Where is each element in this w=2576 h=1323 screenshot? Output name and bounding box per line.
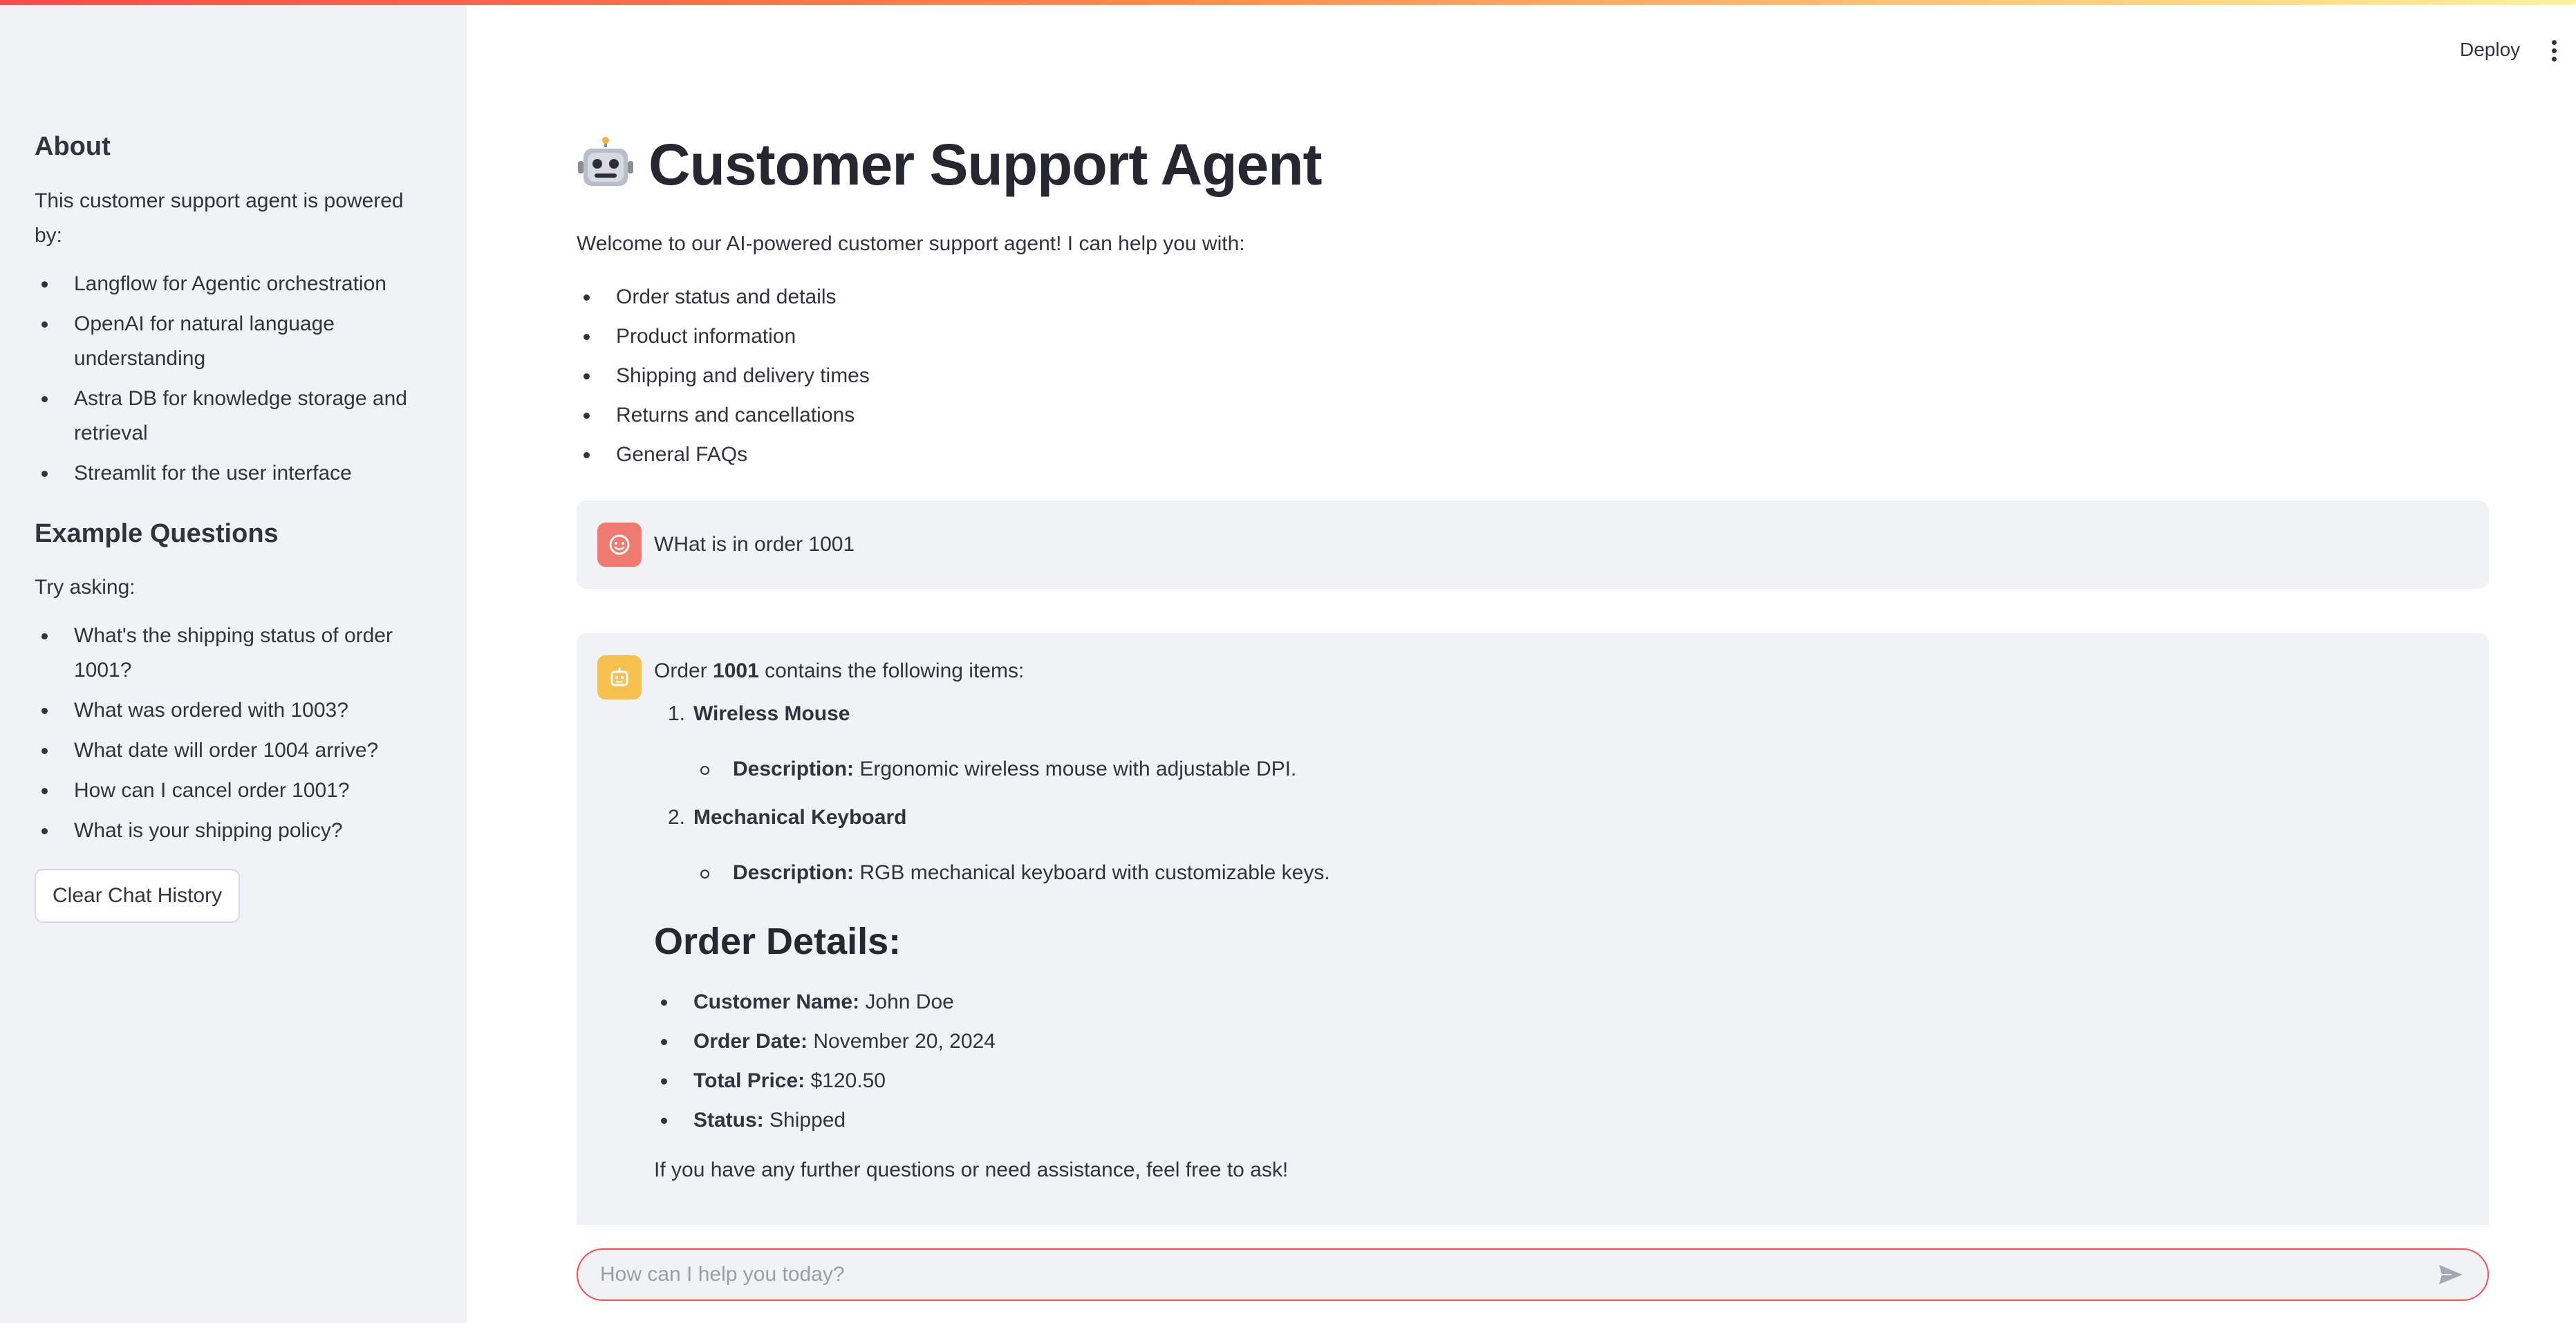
- intro-text: Welcome to our AI-powered customer suppo…: [577, 232, 1245, 255]
- user-avatar: [597, 523, 642, 567]
- list-item: Status: Shipped: [654, 1103, 2452, 1138]
- order-details-list: Customer Name: John Doe Order Date: Nove…: [654, 985, 2452, 1138]
- list-item: Total Price: $120.50: [654, 1064, 2452, 1098]
- list-item: Astra DB for knowledge storage and retri…: [35, 382, 432, 451]
- list-item: How can I cancel order 1001?: [35, 773, 432, 808]
- top-decoration-strip: [0, 0, 2576, 5]
- list-item: What's the shipping status of order 1001…: [35, 619, 432, 688]
- list-item: Customer Name: John Doe: [654, 985, 2452, 1020]
- list-item: Streamlit for the user interface: [35, 456, 432, 491]
- list-item: Product information: [577, 319, 870, 354]
- order-details-heading: Order Details:: [654, 921, 902, 962]
- user-face-icon: [609, 534, 630, 555]
- chat-input[interactable]: [600, 1263, 2435, 1286]
- item-name: Wireless Mouse: [693, 702, 850, 725]
- list-item: General FAQs: [577, 438, 870, 472]
- order-item: 1. Wireless Mouse Description: Ergonomic…: [654, 697, 2452, 787]
- list-item: Order status and details: [577, 280, 870, 315]
- closing-text: If you have any further questions or nee…: [654, 1158, 1289, 1181]
- assistant-message: Order 1001 contains the following items:…: [577, 633, 2489, 1225]
- about-heading: About: [35, 132, 111, 161]
- item-description: Description: Ergonomic wireless mouse wi…: [693, 752, 2452, 787]
- capabilities-list: Order status and details Product informa…: [577, 280, 870, 477]
- order-item: 2. Mechanical Keyboard Description: RGB …: [654, 800, 2452, 890]
- order-intro: Order 1001 contains the following items:: [654, 659, 1025, 682]
- about-text: This customer support agent is powered b…: [35, 189, 404, 247]
- title-text: Customer Support Agent: [648, 132, 1323, 197]
- kebab-menu-icon[interactable]: [2550, 40, 2559, 62]
- deploy-button[interactable]: Deploy: [2460, 39, 2520, 61]
- examples-intro: Try asking:: [35, 576, 136, 599]
- list-item: Order Date: November 20, 2024: [654, 1024, 2452, 1059]
- list-item: What is your shipping policy?: [35, 814, 432, 848]
- list-item: OpenAI for natural language understandin…: [35, 307, 432, 376]
- example-questions-heading: Example Questions: [35, 518, 279, 548]
- item-name: Mechanical Keyboard: [693, 806, 907, 829]
- powered-by-list: Langflow for Agentic orchestration OpenA…: [35, 267, 432, 491]
- order-items-list: 1. Wireless Mouse Description: Ergonomic…: [654, 697, 2452, 890]
- sidebar: About This customer support agent is pow…: [0, 0, 467, 1323]
- list-item: What date will order 1004 arrive?: [35, 733, 432, 768]
- assistant-avatar: [597, 655, 642, 700]
- robot-icon: [578, 136, 633, 186]
- page-title: Customer Support Agent: [577, 131, 1323, 198]
- example-questions-list: What's the shipping status of order 1001…: [35, 619, 432, 848]
- user-message: WHat is in order 1001: [577, 500, 2489, 589]
- user-message-text: WHat is in order 1001: [654, 533, 855, 556]
- list-item: What was ordered with 1003?: [35, 693, 432, 728]
- bot-icon: [610, 668, 628, 686]
- send-icon[interactable]: [2435, 1259, 2465, 1290]
- list-item: Langflow for Agentic orchestration: [35, 267, 432, 301]
- item-description: Description: RGB mechanical keyboard wit…: [693, 856, 2452, 890]
- list-item: Shipping and delivery times: [577, 359, 870, 393]
- chat-input-container: [577, 1248, 2489, 1301]
- clear-chat-history-button[interactable]: Clear Chat History: [35, 869, 241, 923]
- list-item: Returns and cancellations: [577, 398, 870, 433]
- assistant-message-body: Order 1001 contains the following items:…: [654, 654, 2452, 1188]
